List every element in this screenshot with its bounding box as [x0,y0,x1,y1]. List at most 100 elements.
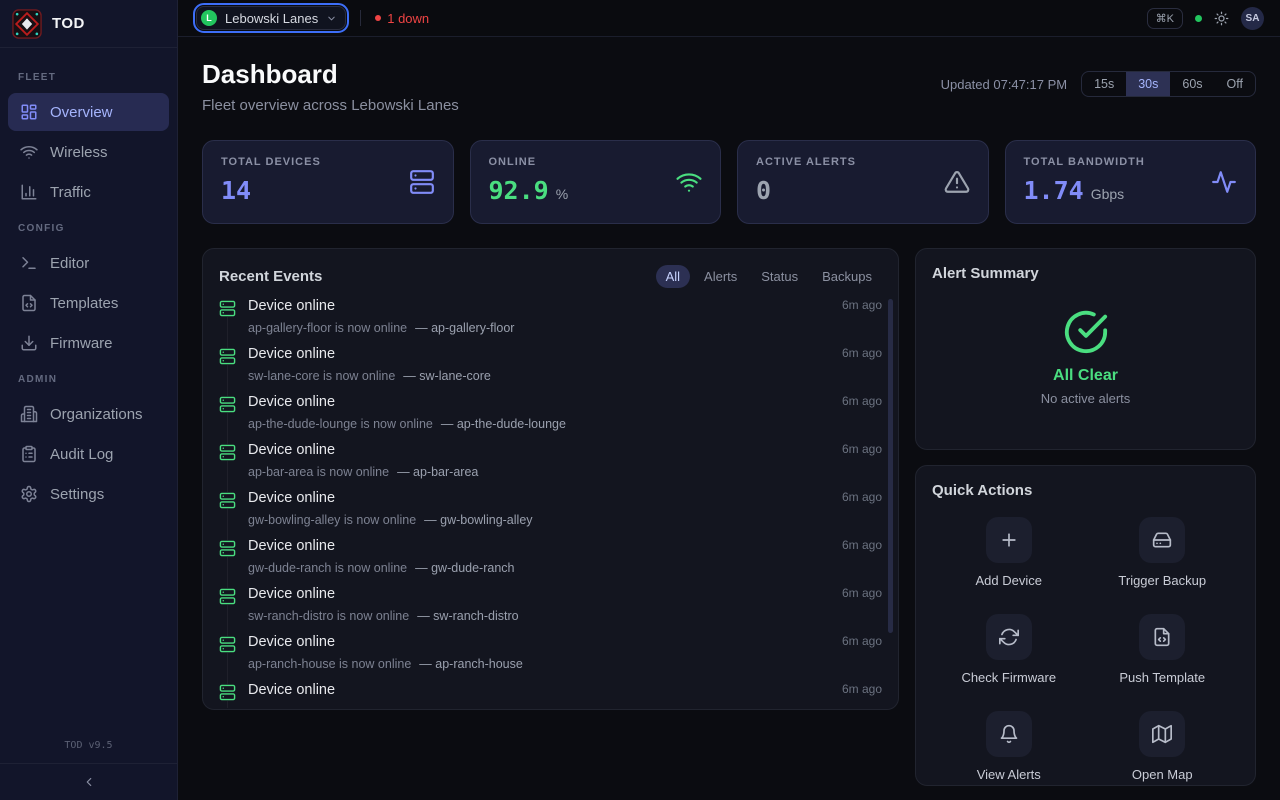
event-list-item[interactable]: Device online 6m ago gw-dude-ranch is no… [219,538,882,586]
refresh-icon [999,627,1019,647]
sidebar-item-traffic[interactable]: Traffic [8,173,169,211]
sidebar-item-firmware[interactable]: Firmware [8,324,169,362]
recent-events-panel: Recent Events All Alerts Status Backups [202,248,899,710]
interval-button-60s[interactable]: 60s [1170,72,1214,96]
app-logo-icon [12,9,42,39]
sidebar-item-wireless[interactable]: Wireless [8,133,169,171]
quick-action-open-map[interactable]: Open Map [1086,711,1240,782]
plus-icon [999,530,1019,550]
server-icon [219,684,236,701]
down-dot-icon [375,15,381,21]
file-code-icon [20,294,38,312]
app-logo-row: TOD [0,0,177,48]
activity-icon [1211,169,1237,195]
sidebar-item-overview[interactable]: Overview [8,93,169,131]
event-subtitle: ap-ranch-house is now online— ap-ranch-h… [248,657,882,671]
quick-action-label: Trigger Backup [1118,573,1206,588]
event-subtitle: gw-dude-ranch is now online— gw-dude-ran… [248,561,882,575]
event-timestamp: 6m ago [842,634,882,653]
event-list-item[interactable]: Device online 6m ago [219,682,882,708]
quick-action-tile [1139,614,1185,660]
event-list-item[interactable]: Device online 6m ago gw-bowling-alley is… [219,490,882,538]
quick-action-label: View Alerts [977,767,1041,782]
chart-icon [20,183,38,201]
stat-label: ACTIVE ALERTS [756,156,970,168]
sidebar-item-organizations[interactable]: Organizations [8,395,169,433]
events-scrollbar-thumb[interactable] [888,299,893,633]
stat-label: TOTAL BANDWIDTH [1024,156,1238,168]
sidebar-item-editor[interactable]: Editor [8,244,169,282]
stat-value: 92.9 [489,176,549,205]
alert-triangle-icon [944,169,970,195]
topbar: L Lebowski Lanes 1 down ⌘K SA [178,0,1280,37]
alert-summary-title: Alert Summary [932,265,1239,282]
quick-action-trigger-backup[interactable]: Trigger Backup [1086,517,1240,588]
quick-action-check-firmware[interactable]: Check Firmware [932,614,1086,685]
event-timestamp: 6m ago [842,346,882,365]
stat-value: 1.74 [1024,176,1084,205]
quick-action-label: Open Map [1132,767,1193,782]
theme-toggle-button[interactable] [1214,11,1229,26]
stat-card-total-devices: TOTAL DEVICES 14 [202,140,454,224]
interval-button-15s[interactable]: 15s [1082,72,1126,96]
server-icon [219,588,236,605]
quick-action-tile [986,711,1032,757]
event-title: Device online [248,394,842,413]
interval-button-off[interactable]: Off [1215,72,1255,96]
sidebar-collapse-button[interactable] [0,763,177,800]
alert-status: All Clear [1053,367,1118,385]
event-tab-all[interactable]: All [656,265,690,288]
event-list-item[interactable]: Device online 6m ago sw-ranch-distro is … [219,586,882,634]
user-avatar[interactable]: SA [1241,7,1264,30]
server-icon [219,444,236,461]
event-tab-alerts[interactable]: Alerts [694,265,747,288]
nav-section-config: CONFIG Editor Templates Firmw [8,213,169,362]
map-icon [1152,724,1172,744]
event-timestamp: 6m ago [842,394,882,413]
event-timestamp: 6m ago [842,298,882,317]
event-list-item[interactable]: Device online 6m ago ap-ranch-house is n… [219,634,882,682]
event-timestamp: 6m ago [842,442,882,461]
event-tab-backups[interactable]: Backups [812,265,882,288]
refresh-interval-selector: 15s 30s 60s Off [1081,71,1256,97]
event-timestamp: 6m ago [842,682,882,701]
stat-label: ONLINE [489,156,703,168]
sidebar-item-templates[interactable]: Templates [8,284,169,322]
stat-label: TOTAL DEVICES [221,156,435,168]
sidebar-item-audit-log[interactable]: Audit Log [8,435,169,473]
stats-row: TOTAL DEVICES 14 ONLINE 92.9 % [202,140,1256,224]
event-subtitle: sw-ranch-distro is now online— sw-ranch-… [248,609,882,623]
event-list-item[interactable]: Device online 6m ago ap-bar-area is now … [219,442,882,490]
quick-action-push-template[interactable]: Push Template [1086,614,1240,685]
event-subtitle: ap-gallery-floor is now online— ap-galle… [248,321,882,335]
server-icon [219,540,236,557]
event-list-item[interactable]: Device online 6m ago ap-gallery-floor is… [219,298,882,346]
event-list-item[interactable]: Device online 6m ago sw-lane-core is now… [219,346,882,394]
event-subtitle: sw-lane-core is now online— sw-lane-core [248,369,882,383]
event-title: Device online [248,346,842,365]
event-subtitle: ap-bar-area is now online— ap-bar-area [248,465,882,479]
server-icon [219,348,236,365]
quick-action-add-device[interactable]: Add Device [932,517,1086,588]
quick-actions-grid: Add Device Trigger Backup [932,517,1239,782]
sidebar-item-settings[interactable]: Settings [8,475,169,513]
server-icon [219,492,236,509]
event-title: Device online [248,298,842,317]
sidebar: TOD FLEET Overview Wireless [0,0,178,800]
quick-action-view-alerts[interactable]: View Alerts [932,711,1086,782]
sun-icon [1214,11,1229,26]
quick-action-label: Push Template [1119,670,1205,685]
download-icon [20,334,38,352]
quick-actions-title: Quick Actions [932,482,1239,499]
org-selector[interactable]: L Lebowski Lanes [196,6,346,30]
building-icon [20,405,38,423]
stat-value: 14 [221,176,251,205]
topbar-divider [360,10,361,26]
command-palette-shortcut[interactable]: ⌘K [1147,8,1183,29]
event-list-item[interactable]: Device online 6m ago ap-the-dude-lounge … [219,394,882,442]
quick-actions-panel: Quick Actions Add Device [915,465,1256,786]
interval-button-30s[interactable]: 30s [1126,72,1170,96]
event-timestamp: 6m ago [842,538,882,557]
chevron-down-icon [326,13,337,24]
event-tab-status[interactable]: Status [751,265,808,288]
